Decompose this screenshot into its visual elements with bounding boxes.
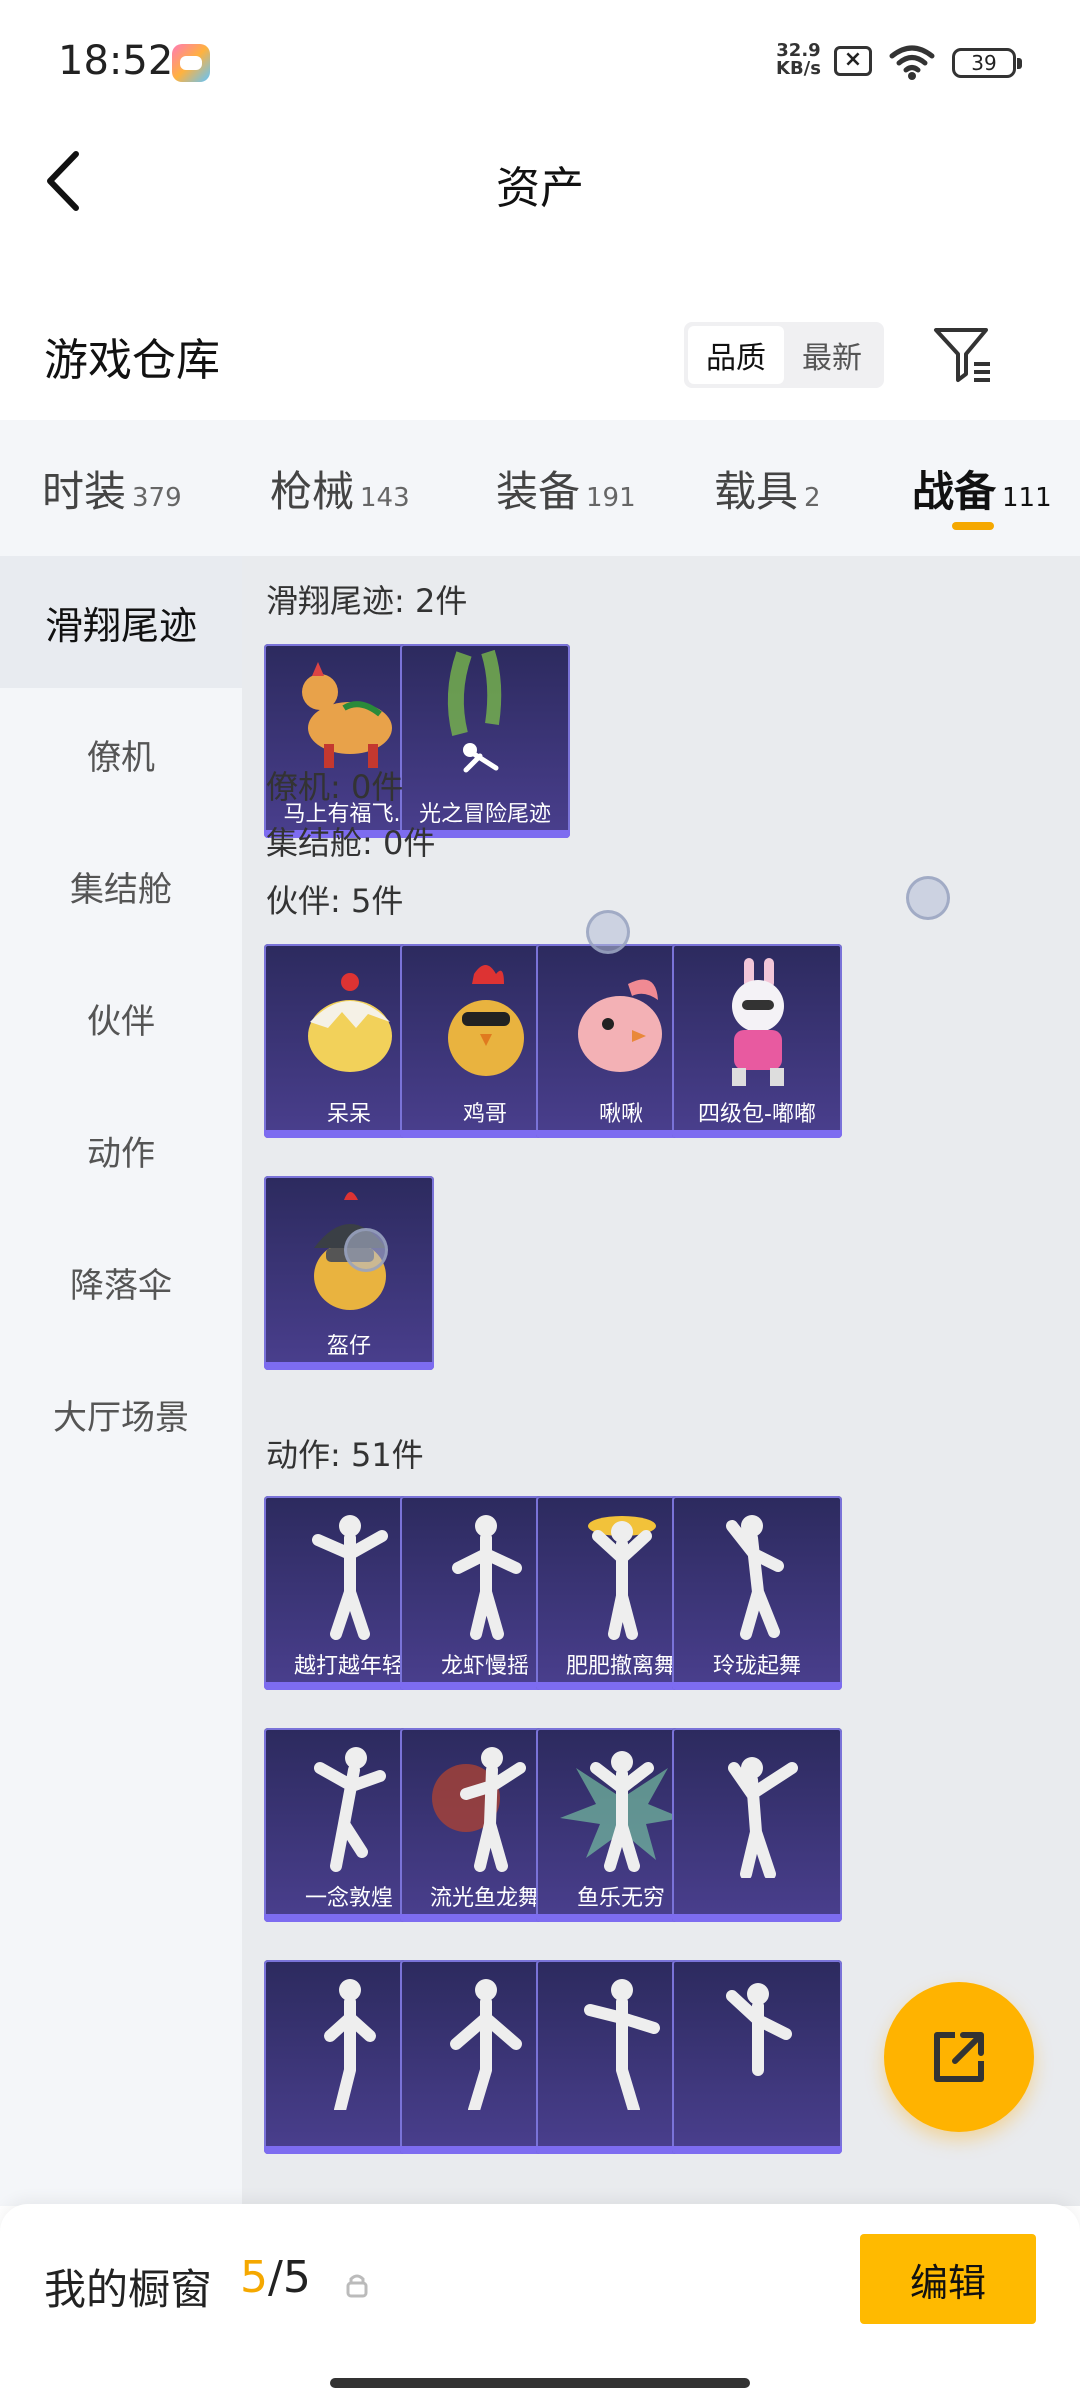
tab-label: 枪械 <box>270 467 355 516</box>
filter-icon[interactable] <box>930 322 996 388</box>
tab-gear[interactable]: 装备 191 <box>496 458 636 519</box>
group-heading-wingman: 僚机: 0件 <box>266 768 404 806</box>
page-title: 资产 <box>496 163 584 214</box>
item-card[interactable]: 盔仔 <box>264 1176 434 1370</box>
item-card[interactable]: 光之冒险尾迹 <box>400 644 570 838</box>
item-name: 玲珑起舞 <box>712 1654 801 1679</box>
showcase-count: 5/5 <box>240 2252 311 2303</box>
item-grid-panel: 滑翔尾迹: 2件 马上有福飞... 光之冒险尾迹 僚机: 0件 集结舱: 0件 … <box>242 556 1080 2206</box>
showcase-label: 我的橱窗 <box>44 2265 213 2314</box>
status-time: 18:52 <box>58 38 174 84</box>
showcase-current: 5 <box>240 2252 268 2303</box>
lock-icon <box>346 2274 368 2298</box>
showcase-total: 5 <box>282 2252 311 2303</box>
share-external-icon <box>934 2032 984 2082</box>
sort-toggle: 品质 最新 <box>684 322 884 388</box>
network-speed: 32.9 KB/s <box>776 42 821 78</box>
tab-guns[interactable]: 枪械 143 <box>270 458 410 519</box>
item-name: 四级包-嘟嘟 <box>698 1102 816 1127</box>
dance-pose-icon <box>726 1515 784 1640</box>
tab-vehicles[interactable]: 载具 2 <box>714 458 821 519</box>
battery-indicator: 39 <box>952 48 1022 78</box>
group-heading-partner: 伙伴: 5件 <box>266 882 404 920</box>
tab-count: 111 <box>1002 483 1052 513</box>
tab-fashion[interactable]: 时装 379 <box>42 458 182 519</box>
game-controller-icon <box>172 44 210 82</box>
item-card[interactable]: 玲珑起舞 <box>672 1496 842 1690</box>
touch-indicator <box>586 910 630 954</box>
sidebar-item-assembly-pod[interactable]: 集结舱 <box>0 820 242 952</box>
share-button[interactable] <box>884 1982 1034 2132</box>
no-sim-icon: × <box>834 46 872 76</box>
sidebar-item-emote[interactable]: 动作 <box>0 1084 242 1216</box>
sidebar-item-lobby-scene[interactable]: 大厅场景 <box>0 1348 242 1480</box>
tab-count: 191 <box>586 483 636 513</box>
robot-rabbit-icon <box>732 958 784 1086</box>
tab-label: 战备 <box>912 467 997 516</box>
home-indicator[interactable] <box>330 2378 750 2388</box>
tab-label: 载具 <box>714 467 799 516</box>
wifi-icon <box>889 45 935 80</box>
network-speed-unit: KB/s <box>776 58 821 79</box>
sort-quality-option[interactable]: 品质 <box>688 326 784 384</box>
sidebar-item-parachute[interactable]: 降落伞 <box>0 1216 242 1348</box>
status-bar: 18:52 32.9 KB/s × 39 <box>0 0 1080 130</box>
tab-label: 装备 <box>496 467 581 516</box>
tab-label: 时装 <box>42 467 127 516</box>
tab-readiness[interactable]: 战备 111 <box>912 458 1052 519</box>
tab-count: 143 <box>360 483 410 513</box>
group-heading-glide: 滑翔尾迹: 2件 <box>266 582 468 620</box>
sub-category-sidebar: 滑翔尾迹 僚机 集结舱 伙伴 动作 降落伞 大厅场景 <box>0 556 242 2206</box>
item-card[interactable] <box>672 1728 842 1922</box>
active-tab-indicator <box>952 522 994 530</box>
group-heading-emote: 动作: 51件 <box>266 1436 424 1474</box>
item-name: 盔仔 <box>326 1334 371 1359</box>
edit-button[interactable]: 编辑 <box>860 2234 1036 2324</box>
sidebar-item-glide-trail[interactable]: 滑翔尾迹 <box>0 556 242 688</box>
category-tab-bar: 时装 379 枪械 143 装备 191 载具 2 战备 111 <box>0 420 1080 556</box>
sort-newest-option[interactable]: 最新 <box>784 326 880 384</box>
warehouse-title: 游戏仓库 <box>44 335 220 386</box>
touch-indicator <box>344 1228 388 1272</box>
item-card[interactable] <box>672 1960 842 2154</box>
sidebar-item-wingman[interactable]: 僚机 <box>0 688 242 820</box>
dance-pose-icon <box>726 1983 792 2076</box>
item-card[interactable]: 四级包-嘟嘟 <box>672 944 842 1138</box>
tab-count: 2 <box>804 483 821 513</box>
showcase-bar: 我的橱窗 5/5 编辑 <box>0 2204 1080 2400</box>
group-heading-assembly: 集结舱: 0件 <box>266 824 436 862</box>
showcase-slash: / <box>268 2252 283 2303</box>
touch-indicator <box>906 876 950 920</box>
sidebar-item-partner[interactable]: 伙伴 <box>0 952 242 1084</box>
dance-pose-icon <box>728 1757 798 1878</box>
light-adventure-trail-icon <box>447 649 502 773</box>
tab-count: 379 <box>132 483 182 513</box>
